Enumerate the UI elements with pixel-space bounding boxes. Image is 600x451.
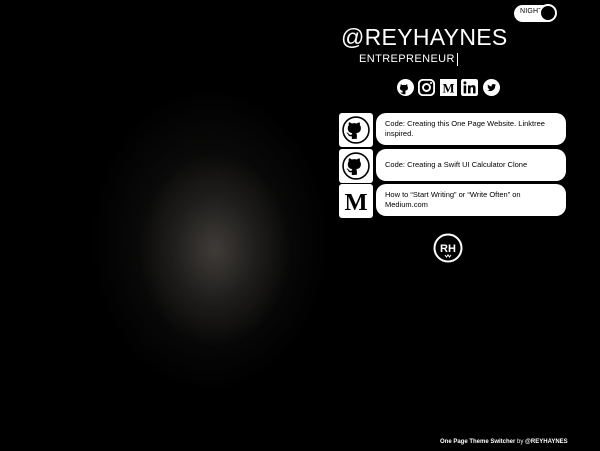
svg-text:M: M bbox=[442, 81, 454, 95]
link-title[interactable]: Code: Creating a Swift UI Calculator Clo… bbox=[376, 149, 566, 181]
link-icon-box bbox=[339, 113, 373, 147]
footer-credit: One Page Theme Switcher by @REYHAYNES bbox=[440, 439, 568, 445]
brand-logo-icon: RH bbox=[433, 233, 463, 263]
background-portrait bbox=[0, 0, 600, 451]
medium-icon[interactable]: M bbox=[440, 79, 457, 96]
link-icon-box: M bbox=[339, 184, 373, 218]
toggle-knob[interactable] bbox=[539, 4, 557, 22]
footer-by: by bbox=[517, 439, 524, 445]
link-card-calculator[interactable]: Code: Creating a Swift UI Calculator Clo… bbox=[339, 149, 566, 183]
instagram-icon[interactable] bbox=[418, 79, 435, 96]
github-icon bbox=[342, 116, 370, 144]
svg-text:M: M bbox=[344, 189, 367, 215]
twitter-icon[interactable] bbox=[483, 79, 500, 96]
link-card-onepage[interactable]: Code: Creating this One Page Website. Li… bbox=[339, 113, 566, 147]
profile-role: ENTREPRENEUR bbox=[359, 53, 458, 66]
link-title[interactable]: Code: Creating this One Page Website. Li… bbox=[376, 113, 566, 145]
github-icon bbox=[342, 152, 370, 180]
link-icon-box bbox=[339, 149, 373, 183]
footer-title: One Page Theme Switcher bbox=[440, 439, 516, 445]
theme-toggle[interactable]: NIGHT bbox=[514, 4, 557, 22]
profile-handle: @REYHAYNES bbox=[341, 24, 508, 50]
medium-icon: M bbox=[344, 189, 367, 215]
linkedin-icon[interactable] bbox=[461, 79, 478, 96]
footer-author-link[interactable]: @REYHAYNES bbox=[525, 439, 568, 445]
github-icon[interactable] bbox=[397, 79, 414, 96]
link-title[interactable]: How to “Start Writing” or “Write Often” … bbox=[376, 184, 566, 216]
brand-monogram: RH bbox=[440, 243, 456, 255]
link-card-medium[interactable]: M How to “Start Writing” or “Write Often… bbox=[339, 184, 566, 218]
